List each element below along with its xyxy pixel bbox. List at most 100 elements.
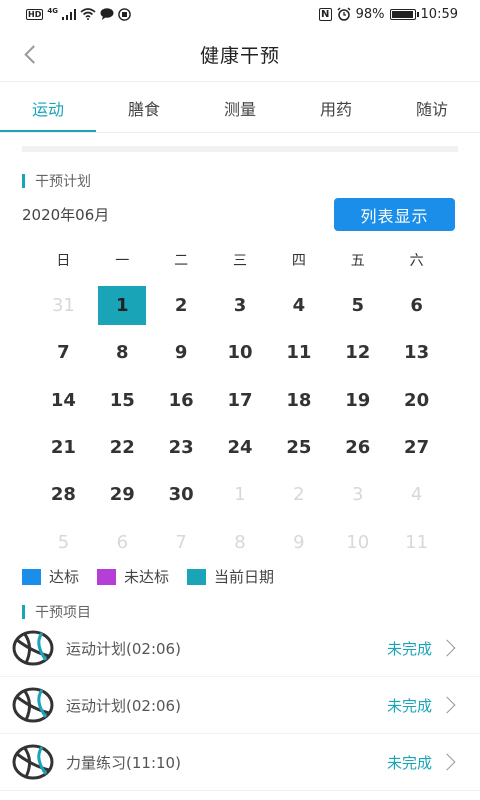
- header: 健康干预: [0, 28, 480, 82]
- calendar-day-number: 3: [233, 295, 247, 317]
- calendar-day[interactable]: 9: [269, 518, 328, 565]
- list-item[interactable]: 运动计划(02:06) 未完成: [0, 620, 480, 677]
- calendar-day-number: 25: [286, 437, 312, 459]
- calendar-day[interactable]: 6: [387, 282, 446, 329]
- calendar-day[interactable]: 8: [211, 518, 270, 565]
- chat-icon: [100, 8, 114, 20]
- calendar-day-number: 5: [351, 295, 364, 317]
- battery-percent: 98%: [355, 6, 385, 22]
- calendar-day[interactable]: 3: [211, 282, 270, 329]
- list-view-button[interactable]: 列表显示: [334, 198, 455, 231]
- calendar-grid: 31 1 2 3 4 5 6 7 8 9 10 11 12 13 14 15 16 17 18 19 20 21 22 23 2…: [34, 282, 446, 566]
- nfc-icon: N: [318, 7, 332, 21]
- calendar-day[interactable]: 20: [387, 377, 446, 424]
- calendar-day[interactable]: 16: [152, 377, 211, 424]
- calendar-day-number: 8: [234, 531, 246, 553]
- calendar-day[interactable]: 9: [152, 329, 211, 376]
- weekday-tue: 二: [174, 253, 189, 269]
- calendar-day[interactable]: 14: [34, 377, 93, 424]
- calendar-day[interactable]: 28: [34, 471, 93, 518]
- chevron-right-icon: [438, 693, 462, 717]
- battery-icon: [389, 8, 419, 20]
- calendar-day-number: 28: [50, 484, 76, 506]
- item-status: 未完成: [386, 639, 432, 658]
- calendar-day[interactable]: 2: [269, 471, 328, 518]
- calendar-day[interactable]: 8: [93, 329, 152, 376]
- calendar-day-number: 20: [404, 389, 430, 411]
- weekday-sat: 六: [409, 253, 424, 269]
- chevron-right-icon: [438, 636, 462, 660]
- calendar-day-number: 29: [109, 484, 135, 506]
- item-status: 未完成: [386, 696, 432, 715]
- tab-followup[interactable]: 随访: [384, 84, 480, 132]
- calendar-day[interactable]: 3: [328, 471, 387, 518]
- network-type: 4G: [47, 7, 58, 15]
- calendar-day[interactable]: 7: [34, 329, 93, 376]
- item-label: 力量练习(11:10): [66, 753, 181, 772]
- calendar-day[interactable]: 11: [387, 518, 446, 565]
- tab-exercise[interactable]: 运动: [0, 84, 96, 132]
- calendar-day-number: 27: [404, 437, 430, 459]
- calendar-day[interactable]: 5: [328, 282, 387, 329]
- back-button[interactable]: [16, 40, 44, 68]
- weekday-thu: 四: [291, 253, 306, 269]
- calendar-day-today[interactable]: 1: [93, 282, 152, 329]
- calendar-day[interactable]: 25: [269, 424, 328, 471]
- calendar-day[interactable]: 30: [152, 471, 211, 518]
- legend-swatch: [187, 568, 207, 585]
- calendar-day[interactable]: 1: [211, 471, 270, 518]
- calendar-day[interactable]: 21: [34, 424, 93, 471]
- legend-label: 未达标: [124, 568, 170, 586]
- plan-section-label: 干预计划: [35, 174, 91, 190]
- legend-swatch: [97, 568, 117, 585]
- legend-item-current-date: 当前日期: [187, 566, 274, 587]
- calendar-day-number: 9: [293, 531, 305, 553]
- basketball-icon: [12, 630, 54, 666]
- calendar-day[interactable]: 18: [269, 377, 328, 424]
- calendar-day[interactable]: 22: [93, 424, 152, 471]
- calendar-day[interactable]: 15: [93, 377, 152, 424]
- calendar-day[interactable]: 5: [34, 518, 93, 565]
- calendar-day-number: 10: [227, 342, 253, 364]
- calendar-day-number: 16: [168, 389, 194, 411]
- weekday-fri: 五: [350, 253, 365, 269]
- list-item[interactable]: 力量练习(11:10) 未完成: [0, 734, 480, 791]
- calendar-day[interactable]: 7: [152, 518, 211, 565]
- tab-medication[interactable]: 用药: [288, 84, 384, 132]
- plan-section-title: 干预计划: [22, 171, 91, 191]
- tab-divider: [0, 132, 480, 133]
- calendar-day[interactable]: 23: [152, 424, 211, 471]
- calendar-day[interactable]: 12: [328, 329, 387, 376]
- calendar-day-number: 23: [168, 437, 194, 459]
- legend-label: 达标: [49, 568, 80, 586]
- weekday-header: 日 一 二 三 四 五 六: [34, 250, 446, 270]
- calendar-day[interactable]: 10: [211, 329, 270, 376]
- calendar-day[interactable]: 24: [211, 424, 270, 471]
- basketball-icon: [12, 687, 54, 723]
- calendar-day-number: 19: [345, 389, 371, 411]
- calendar-day[interactable]: 11: [269, 329, 328, 376]
- hd-badge: HD: [26, 8, 44, 20]
- calendar-day[interactable]: 19: [328, 377, 387, 424]
- month-label[interactable]: 2020年06月: [22, 204, 109, 225]
- calendar-day-number: 3: [352, 484, 364, 506]
- tab-measurement[interactable]: 测量: [192, 84, 288, 132]
- items-section-title: 干预项目: [22, 602, 91, 622]
- calendar-day[interactable]: 29: [93, 471, 152, 518]
- calendar-day[interactable]: 4: [269, 282, 328, 329]
- calendar-day[interactable]: 4: [387, 471, 446, 518]
- calendar-day-number: 18: [286, 389, 312, 411]
- tab-diet[interactable]: 膳食: [96, 84, 192, 132]
- calendar-day[interactable]: 27: [387, 424, 446, 471]
- calendar-day[interactable]: 31: [34, 282, 93, 329]
- calendar-day[interactable]: 13: [387, 329, 446, 376]
- calendar-day[interactable]: 10: [328, 518, 387, 565]
- calendar-day-number: 17: [227, 389, 253, 411]
- list-item[interactable]: 运动计划(02:06) 未完成: [0, 677, 480, 734]
- calendar-day[interactable]: 6: [93, 518, 152, 565]
- calendar-day[interactable]: 17: [211, 377, 270, 424]
- calendar-day-number: 11: [405, 531, 429, 553]
- calendar-day-number: 1: [98, 286, 147, 326]
- calendar-day[interactable]: 26: [328, 424, 387, 471]
- calendar-day[interactable]: 2: [152, 282, 211, 329]
